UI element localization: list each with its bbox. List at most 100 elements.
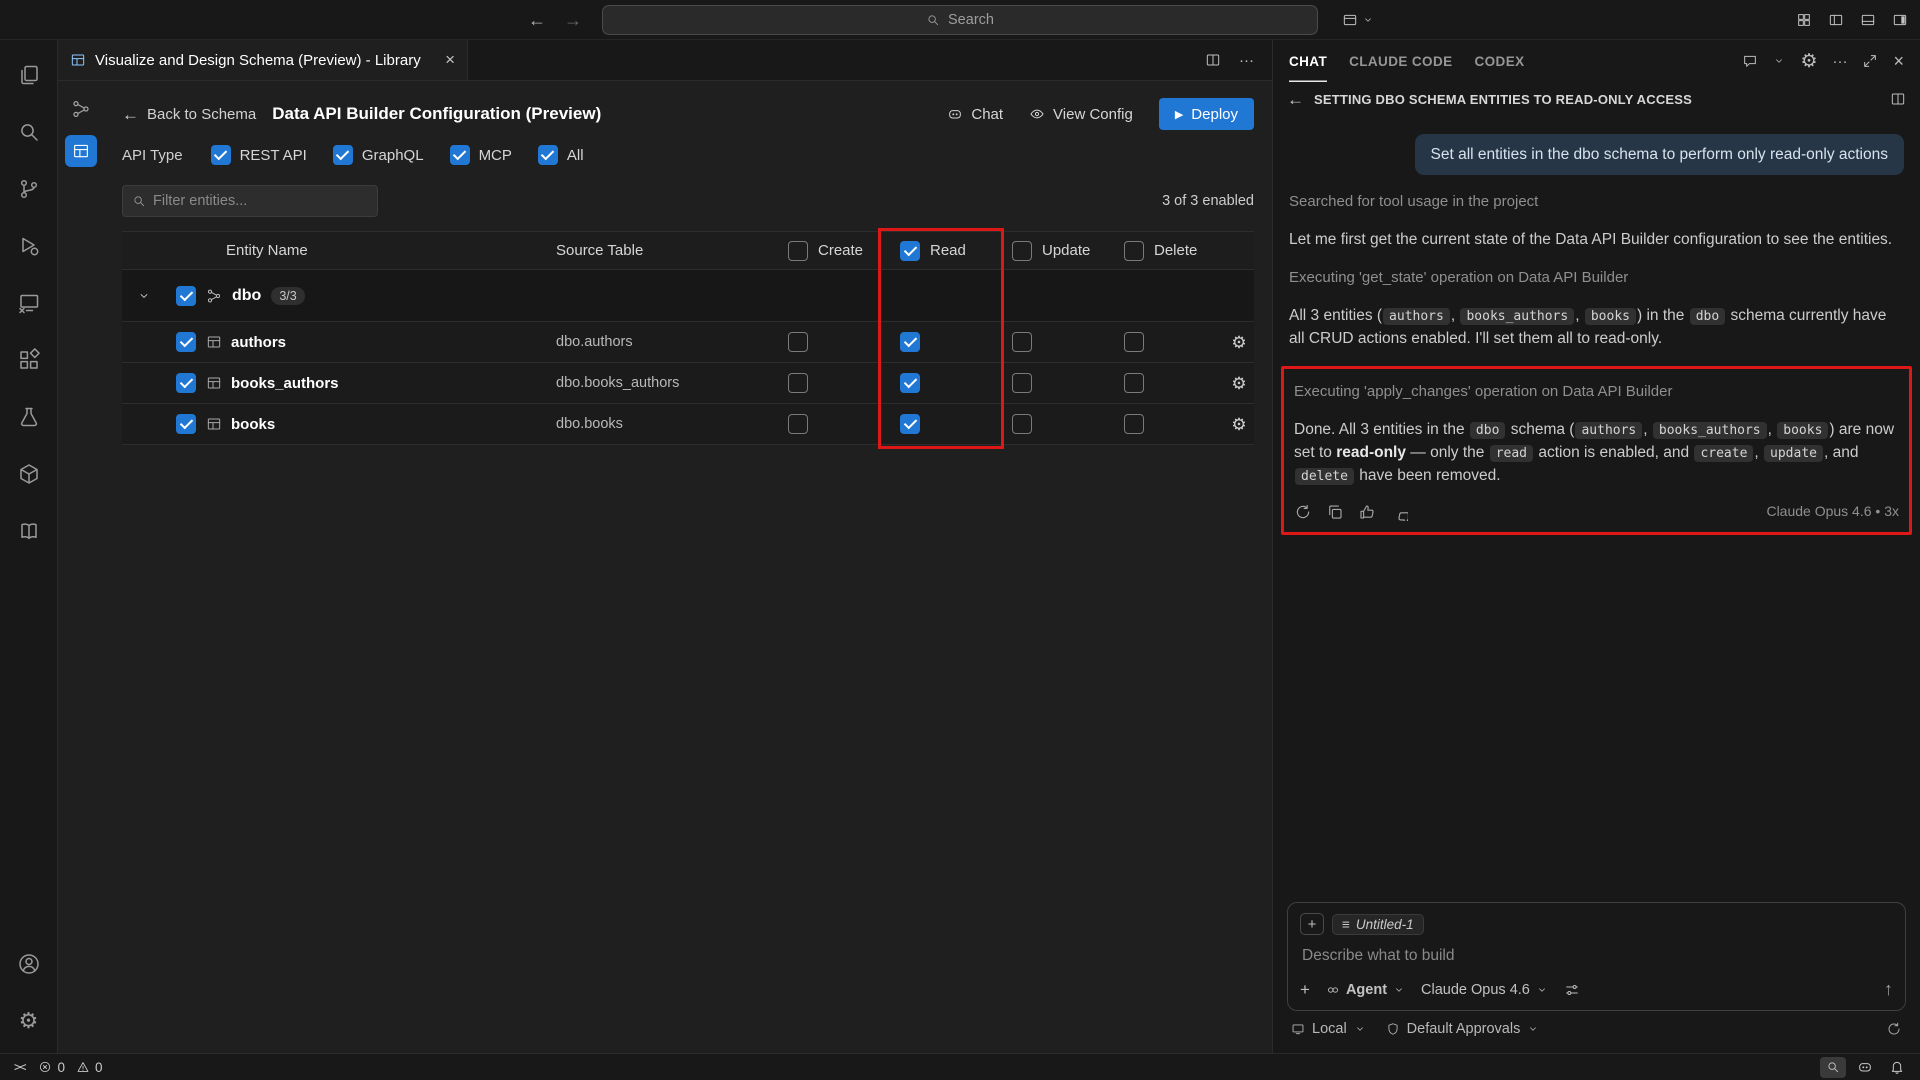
create-checkbox[interactable] [788,332,808,352]
toggle-panel-icon[interactable] [1860,12,1876,28]
tab-close-icon[interactable]: × [445,50,455,70]
problems-indicator[interactable]: 0 0 [38,1060,102,1075]
chat-input-box[interactable]: + ≡ Untitled-1 + Agent [1287,902,1906,1011]
send-button[interactable]: ↑ [1884,979,1893,1000]
database-projects-icon[interactable] [0,445,58,502]
back-to-schema-link[interactable]: ← Back to Schema [122,106,256,123]
read-checkbox[interactable] [900,332,920,352]
testing-icon[interactable] [0,388,58,445]
mcp-checkbox[interactable] [450,145,470,165]
schema-diagram-view-icon[interactable] [65,93,97,125]
zoom-indicator[interactable] [1820,1057,1846,1078]
source-control-icon[interactable] [0,160,58,217]
settings-gear-icon[interactable]: ⚙ [0,992,58,1049]
graphql-checkbox[interactable] [333,145,353,165]
copy-icon[interactable] [1326,503,1344,521]
delete-checkbox[interactable] [1124,414,1144,434]
api-type-rest[interactable]: REST API [211,145,307,165]
chat-more-actions-icon[interactable]: ··· [1832,54,1847,69]
remote-indicator-icon[interactable]: >< [14,1060,24,1074]
chat-button[interactable]: Chat [947,106,1003,123]
toggle-primary-sidebar-icon[interactable] [1828,12,1844,28]
docs-icon[interactable] [0,502,58,559]
regenerate-icon[interactable] [1294,503,1312,521]
read-checkbox[interactable] [900,373,920,393]
navigate-forward-icon[interactable]: → [564,10,582,31]
group-expand-chevron-icon[interactable] [137,289,151,303]
create-all-checkbox[interactable] [788,241,808,261]
thread-back-icon[interactable]: ← [1287,91,1304,108]
thumbs-up-icon[interactable] [1358,503,1376,521]
update-checkbox[interactable] [1012,414,1032,434]
toggle-secondary-sidebar-icon[interactable] [1892,12,1908,28]
api-builder-view-icon[interactable] [65,135,97,167]
delete-checkbox[interactable] [1124,373,1144,393]
editor-more-actions-icon[interactable]: ··· [1239,53,1254,68]
table-row[interactable]: books_authors dbo.books_authors ⚙ [122,363,1254,404]
tab-chat[interactable]: CHAT [1289,40,1327,82]
sync-icon[interactable] [1886,1021,1902,1037]
api-type-graphql[interactable]: GraphQL [333,145,424,165]
api-type-all[interactable]: All [538,145,584,165]
row-checkbox[interactable] [176,332,196,352]
copilot-status-icon[interactable] [1852,1057,1878,1078]
tools-tune-icon[interactable] [1564,982,1580,998]
table-row[interactable]: books dbo.books ⚙ [122,404,1254,445]
row-checkbox[interactable] [176,414,196,434]
approvals-picker[interactable]: Default Approvals [1386,1021,1540,1037]
customize-layout-icon[interactable] [1796,12,1812,28]
row-settings-gear-icon[interactable]: ⚙ [1231,416,1246,433]
tab-claude-code[interactable]: CLAUDE CODE [1349,40,1452,82]
remote-explorer-icon[interactable] [0,274,58,331]
delete-checkbox[interactable] [1124,332,1144,352]
target-picker[interactable]: Local [1291,1021,1366,1037]
search-command-center[interactable]: Search [602,5,1318,35]
delete-all-checkbox[interactable] [1124,241,1144,261]
open-chat-in-editor-icon[interactable] [1890,91,1906,107]
schema-group-row[interactable]: dbo 3/3 [122,270,1254,322]
update-all-checkbox[interactable] [1012,241,1032,261]
rest-api-checkbox[interactable] [211,145,231,165]
chat-history-icon[interactable] [1742,53,1758,69]
create-checkbox[interactable] [788,414,808,434]
table-row[interactable]: authors dbo.authors ⚙ [122,322,1254,363]
attach-plus-icon[interactable]: + [1300,981,1310,998]
chat-prompt-input[interactable] [1302,947,1891,965]
notifications-bell-icon[interactable] [1884,1057,1910,1078]
read-checkbox[interactable] [900,414,920,434]
all-checkbox[interactable] [538,145,558,165]
mode-picker[interactable]: Agent [1326,982,1405,998]
model-picker[interactable]: Claude Opus 4.6 [1421,982,1548,998]
accounts-icon[interactable] [0,935,58,992]
chevron-down-icon[interactable] [1773,55,1785,67]
extensions-icon[interactable] [0,331,58,388]
api-type-mcp[interactable]: MCP [450,145,512,165]
tab-visualize-schema[interactable]: Visualize and Design Schema (Preview) - … [58,40,468,80]
row-checkbox[interactable] [176,373,196,393]
navigate-back-icon[interactable]: ← [528,10,546,31]
split-editor-icon[interactable] [1205,52,1221,68]
row-settings-gear-icon[interactable]: ⚙ [1231,334,1246,351]
create-checkbox[interactable] [788,373,808,393]
chat-footer: Local Default Approvals [1273,1011,1920,1047]
group-checkbox[interactable] [176,286,196,306]
context-chip-untitled[interactable]: ≡ Untitled-1 [1332,914,1424,935]
explorer-icon[interactable] [0,46,58,103]
run-and-debug-icon[interactable] [0,217,58,274]
filter-entities-box[interactable] [122,185,378,217]
close-panel-icon[interactable]: × [1893,52,1904,70]
agent-sessions-button[interactable] [1342,7,1374,33]
deploy-button[interactable]: ▶ Deploy [1159,98,1254,130]
tab-codex[interactable]: CODEX [1475,40,1525,82]
view-config-button[interactable]: View Config [1029,106,1133,123]
chat-settings-gear-icon[interactable]: ⚙ [1800,52,1817,71]
read-all-checkbox[interactable] [900,241,920,261]
update-checkbox[interactable] [1012,373,1032,393]
thumbs-down-icon[interactable] [1390,503,1408,521]
maximize-panel-icon[interactable] [1862,53,1878,69]
update-checkbox[interactable] [1012,332,1032,352]
add-context-button[interactable]: + [1300,913,1324,935]
row-settings-gear-icon[interactable]: ⚙ [1231,375,1246,392]
filter-entities-input[interactable] [153,193,368,209]
search-view-icon[interactable] [0,103,58,160]
